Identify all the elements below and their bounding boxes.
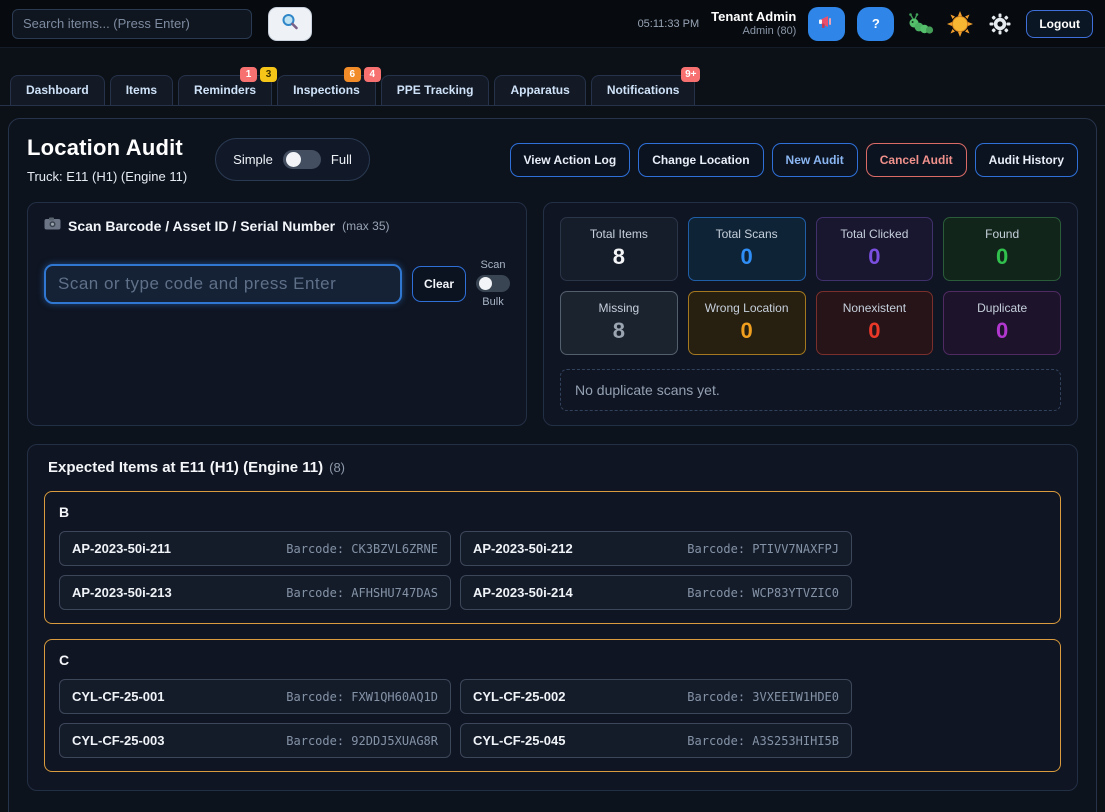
scan-bulk-toggle-switch[interactable] [476,275,510,292]
expected-item[interactable]: AP-2023-50i-213 Barcode: AFHSHU747DAS [59,575,451,610]
reminders-badge-1: 1 [240,67,257,82]
logout-button[interactable]: Logout [1026,10,1093,38]
tab-notifications[interactable]: Notifications 9+ [591,75,696,105]
user-info: Tenant Admin Admin (80) [711,9,796,39]
expected-items-count: (8) [329,460,345,475]
notifications-badge: 9+ [681,67,700,82]
view-action-log-button[interactable]: View Action Log [510,143,631,177]
expected-item[interactable]: CYL-CF-25-045 Barcode: A3S253HIHI5B [460,723,852,758]
tab-ppe-tracking[interactable]: PPE Tracking [381,75,490,105]
expected-item[interactable]: AP-2023-50i-214 Barcode: WCP83YTVZIC0 [460,575,852,610]
expected-item[interactable]: CYL-CF-25-001 Barcode: FXW1QH60AQ1D [59,679,451,714]
audit-stats-card: Total Items 8 Total Scans 0 Total Clicke… [543,202,1078,426]
clock: 05:11:33 PM [638,18,700,30]
mode-simple-label: Simple [233,152,273,167]
scan-section-label: Scan Barcode / Asset ID / Serial Number [68,218,335,234]
user-role: Admin (80) [711,25,796,39]
tab-reminders[interactable]: Reminders 1 3 [178,75,272,105]
tab-apparatus[interactable]: Apparatus [494,75,585,105]
group-b-label: B [59,504,1046,520]
caterpillar-icon[interactable] [906,11,934,37]
inspections-badge-2: 4 [364,67,381,82]
mode-full-label: Full [331,152,352,167]
group-c-label: C [59,652,1046,668]
help-button[interactable]: ? [857,7,894,41]
group-b: B AP-2023-50i-211 Barcode: CK3BZVL6ZRNE … [44,491,1061,624]
user-name: Tenant Admin [711,9,796,25]
expected-item[interactable]: CYL-CF-25-003 Barcode: 92DDJ5XUAG8R [59,723,451,758]
sun-icon[interactable] [946,11,974,37]
panel-header: Location Audit Truck: E11 (H1) (Engine 1… [27,135,1078,184]
top-navbar: 05:11:33 PM Tenant Admin Admin (80) ? [0,0,1105,48]
tab-dashboard[interactable]: Dashboard [10,75,105,105]
change-location-button[interactable]: Change Location [638,143,763,177]
stat-nonexistent: Nonexistent 0 [816,291,934,355]
expected-item[interactable]: CYL-CF-25-002 Barcode: 3VXEEIW1HDE0 [460,679,852,714]
scan-max-note: (max 35) [342,219,389,233]
scan-mode-label: Scan [480,259,505,271]
scan-code-input[interactable] [44,264,402,304]
group-c: C CYL-CF-25-001 Barcode: FXW1QH60AQ1D CY… [44,639,1061,772]
stat-duplicate: Duplicate 0 [943,291,1061,355]
audit-location-subtitle: Truck: E11 (H1) (Engine 11) [27,169,187,184]
stat-total-scans: Total Scans 0 [688,217,806,281]
expected-item[interactable]: AP-2023-50i-211 Barcode: CK3BZVL6ZRNE [59,531,451,566]
stat-found: Found 0 [943,217,1061,281]
audit-action-buttons: View Action Log Change Location New Audi… [510,143,1078,177]
location-audit-panel: Location Audit Truck: E11 (H1) (Engine 1… [8,118,1097,812]
stat-missing: Missing 8 [560,291,678,355]
scan-bulk-toggle-group: Scan Bulk [476,259,510,308]
megaphone-icon [818,14,836,33]
clear-scan-button[interactable]: Clear [412,266,466,302]
stat-wrong-location: Wrong Location 0 [688,291,806,355]
expected-items-title: Expected Items at E11 (H1) (Engine 11) [48,459,323,476]
inspections-badge-1: 6 [344,67,361,82]
audit-history-button[interactable]: Audit History [975,143,1078,177]
reminders-badge-2: 3 [260,67,277,82]
navbar-right-cluster: 05:11:33 PM Tenant Admin Admin (80) ? [638,7,1093,41]
simple-full-toggle-pill: Simple Full [215,138,370,181]
tab-items[interactable]: Items [110,75,173,105]
announcements-button[interactable] [808,7,845,41]
bulk-mode-label: Bulk [482,296,503,308]
tab-inspections[interactable]: Inspections 6 4 [277,75,376,105]
cancel-audit-button[interactable]: Cancel Audit [866,143,967,177]
settings-gear-icon[interactable] [986,11,1014,37]
new-audit-button[interactable]: New Audit [772,143,858,177]
page-title: Location Audit [27,135,187,161]
search-icon [280,12,300,35]
expected-item[interactable]: AP-2023-50i-212 Barcode: PTIVV7NAXFPJ [460,531,852,566]
search-input[interactable] [12,9,252,39]
barcode-scanner-icon [44,217,61,235]
mode-toggle-switch[interactable] [283,150,321,169]
main-tabbar: Dashboard Items Reminders 1 3 Inspection… [0,75,1105,106]
scan-card: Scan Barcode / Asset ID / Serial Number … [27,202,527,426]
question-mark-icon: ? [872,16,880,31]
duplicate-scans-note: No duplicate scans yet. [560,369,1061,411]
search-button[interactable] [268,7,312,41]
expected-items-card: Expected Items at E11 (H1) (Engine 11) (… [27,444,1078,791]
stat-total-items: Total Items 8 [560,217,678,281]
stat-total-clicked: Total Clicked 0 [816,217,934,281]
